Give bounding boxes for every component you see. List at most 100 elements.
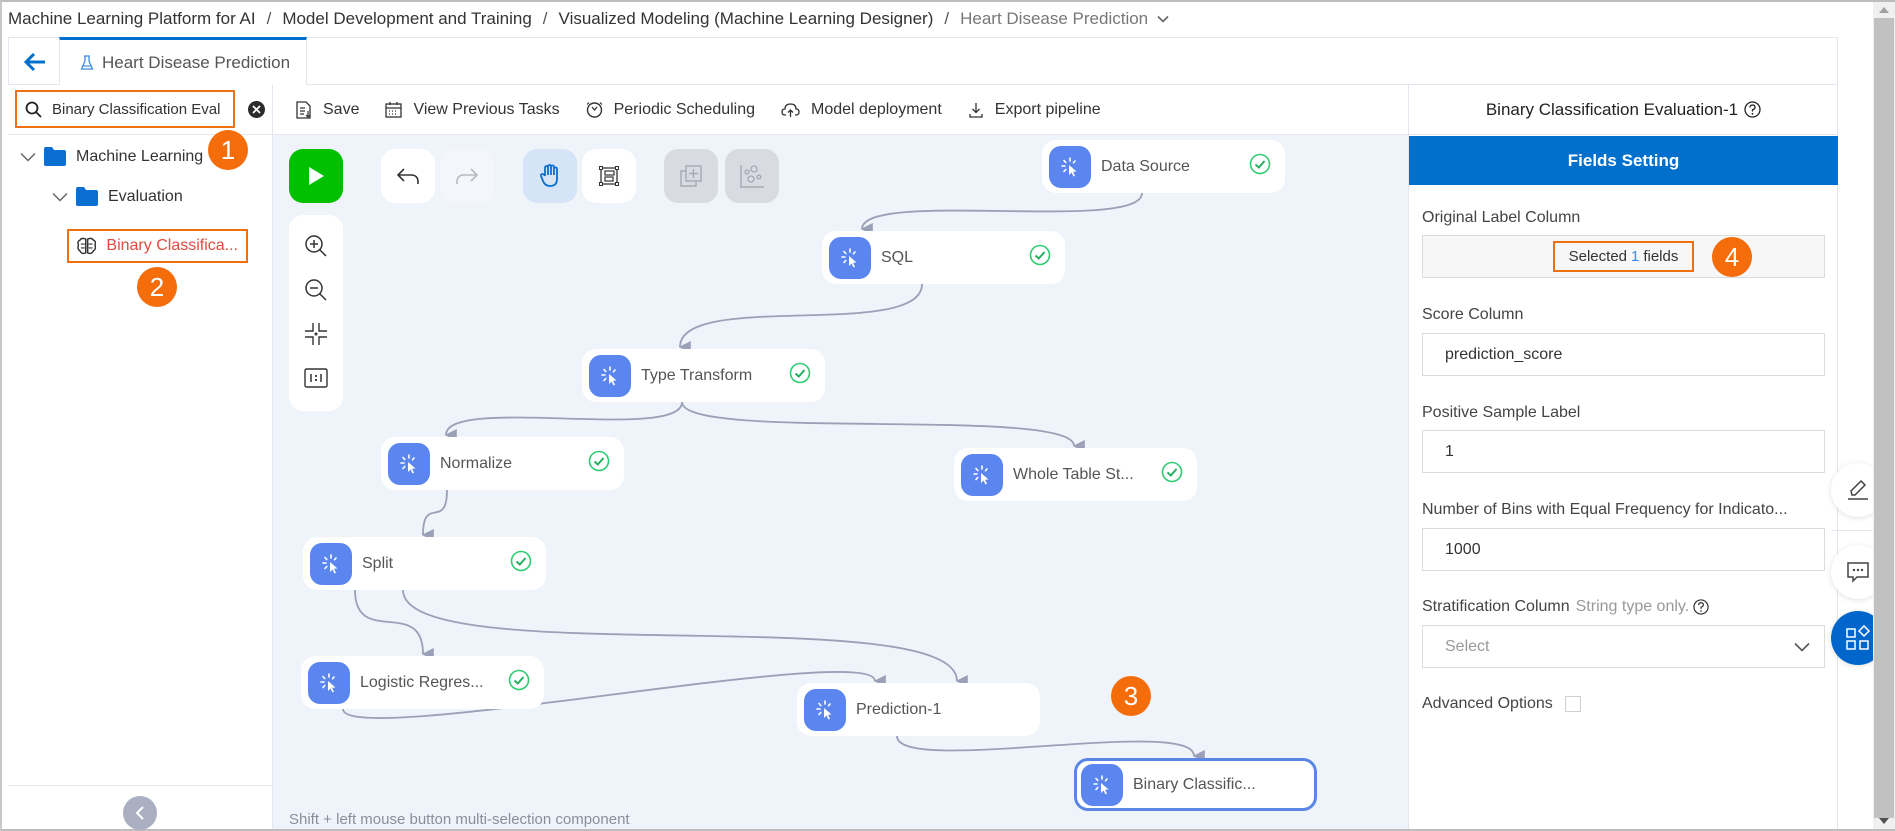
undo-button[interactable]	[381, 149, 435, 203]
chevron-down-icon[interactable]	[1156, 12, 1170, 26]
zoom-in-icon	[305, 235, 327, 257]
actual-size-button[interactable]	[299, 361, 333, 395]
zoom-out-button[interactable]	[299, 273, 333, 307]
box-select-button[interactable]	[582, 149, 636, 203]
positive-sample-label-field[interactable]	[1422, 430, 1825, 473]
sidebar-footer	[8, 785, 272, 830]
stratification-column-label-text: Stratification Column	[1422, 598, 1570, 615]
scroll-up-arrow[interactable]	[1873, 2, 1895, 18]
folder-icon	[44, 147, 66, 166]
pan-mode-button[interactable]	[523, 149, 577, 203]
breadcrumb-separator: /	[266, 9, 272, 28]
chevron-down-icon	[20, 152, 36, 162]
component-icon	[804, 688, 846, 731]
selected-suffix: fields	[1643, 248, 1679, 265]
original-label-column-field[interactable]: Selected 1 fields	[1422, 235, 1825, 278]
redo-icon	[456, 168, 479, 184]
back-button[interactable]	[19, 46, 51, 78]
tree-label: Binary Classifica...	[106, 237, 238, 254]
panel-title-text: Binary Classification Evaluation-1	[1485, 99, 1739, 119]
edge-type-transform-to-normalize[interactable]	[444, 401, 683, 442]
component-icon	[589, 354, 631, 397]
view-previous-tasks-button[interactable]: View Previous Tasks	[385, 101, 560, 119]
node-logistic[interactable]: Logistic Regres...	[301, 656, 544, 709]
node-normalize[interactable]: Normalize	[381, 437, 624, 490]
stratification-column-select[interactable]: Select	[1422, 625, 1825, 668]
advanced-options-label: Advanced Options	[1422, 695, 1553, 712]
chevron-down-icon	[1794, 642, 1810, 652]
node-label: SQL	[881, 248, 914, 266]
save-label: Save	[323, 100, 360, 118]
edge-data-source-to-sql[interactable]	[860, 192, 1143, 236]
collapse-sidebar-button[interactable]	[123, 796, 157, 830]
add-group-button[interactable]	[664, 149, 718, 203]
model-deployment-button[interactable]: Model deployment	[781, 101, 942, 119]
node-prediction[interactable]: Prediction-1	[797, 683, 1040, 736]
node-split[interactable]: Split	[303, 537, 546, 590]
breadcrumb-current[interactable]: Heart Disease Prediction	[960, 9, 1148, 29]
num-bins-label: Number of Bins with Equal Frequency for …	[1422, 501, 1788, 518]
calendar-icon	[385, 102, 403, 118]
node-sql[interactable]: SQL	[822, 231, 1065, 284]
one-to-one-icon	[304, 368, 328, 388]
node-label: Type Transform	[641, 366, 753, 384]
page-scrollbar[interactable]	[1873, 2, 1895, 829]
tab-heart-disease-prediction[interactable]: Heart Disease Prediction	[59, 37, 307, 85]
help-icon[interactable]	[1693, 599, 1709, 615]
search-box[interactable]	[15, 90, 235, 128]
edge-split-to-logistic[interactable]	[354, 589, 434, 660]
annotation-badge-1: 1	[208, 130, 248, 170]
tab-bar: Heart Disease Prediction	[8, 37, 1838, 85]
chevron-left-icon	[135, 806, 144, 820]
edge-type-transform-to-whole-table[interactable]	[681, 401, 1085, 452]
folder-icon	[76, 187, 98, 206]
tree-folder-evaluation[interactable]: Evaluation	[52, 187, 183, 206]
tab-fields-setting[interactable]: Fields Setting	[1409, 136, 1838, 185]
clear-search-button[interactable]	[248, 101, 265, 118]
breadcrumb-item[interactable]: Visualized Modeling (Machine Learning De…	[559, 9, 934, 29]
run-button[interactable]	[289, 149, 343, 203]
edge-sql-to-type-transform[interactable]	[678, 283, 923, 354]
search-input[interactable]	[52, 100, 227, 118]
selected-prefix: Selected	[1568, 248, 1627, 265]
periodic-scheduling-button[interactable]: Periodic Scheduling	[586, 101, 755, 119]
save-button[interactable]: Save	[296, 101, 359, 119]
node-type-transform[interactable]: Type Transform	[582, 349, 825, 402]
num-bins-field[interactable]	[1422, 528, 1825, 571]
tree-folder-machine-learning[interactable]: Machine Learning	[20, 147, 203, 166]
redo-button[interactable]	[440, 149, 494, 203]
hand-icon	[540, 164, 558, 187]
scatter-chart-button[interactable]	[725, 149, 779, 203]
edge-normalize-to-split[interactable]	[421, 489, 448, 542]
fit-view-button[interactable]	[299, 317, 333, 351]
help-icon[interactable]	[1744, 101, 1761, 118]
breadcrumb: Machine Learning Platform for AI / Model…	[8, 3, 1170, 35]
zoom-out-icon	[305, 279, 327, 301]
node-data-source[interactable]: Data Source	[1042, 140, 1285, 193]
export-pipeline-button[interactable]: Export pipeline	[968, 101, 1101, 119]
node-label: Split	[362, 554, 394, 572]
breadcrumb-item[interactable]: Machine Learning Platform for AI	[8, 9, 256, 29]
success-check-icon	[1029, 244, 1051, 271]
advanced-options-checkbox[interactable]	[1564, 695, 1581, 712]
annotation-badge-3: 3	[1111, 676, 1151, 716]
edge-prediction-to-binary[interactable]	[896, 735, 1205, 762]
positive-sample-label-input[interactable]	[1445, 442, 1824, 461]
success-check-icon	[1249, 153, 1271, 180]
score-column-input[interactable]	[1445, 345, 1824, 364]
scroll-thumb[interactable]	[1874, 18, 1894, 818]
breadcrumb-item[interactable]: Model Development and Training	[282, 9, 531, 29]
node-binary[interactable]: Binary Classific...	[1074, 758, 1317, 811]
scroll-down-arrow[interactable]	[1873, 813, 1895, 829]
node-whole-table[interactable]: Whole Table St...	[954, 448, 1197, 501]
tree-item-binary-classification[interactable]: Binary Classifica...	[67, 229, 248, 263]
pipeline-canvas[interactable]: Data Source SQL Type Transform Normalize Who…	[273, 135, 1408, 829]
success-check-icon	[588, 450, 610, 477]
breadcrumb-separator: /	[542, 9, 548, 28]
stratification-column-label: Stratification Column String type only.	[1422, 598, 1709, 616]
score-column-field[interactable]	[1422, 333, 1825, 376]
zoom-in-button[interactable]	[299, 229, 333, 263]
num-bins-input[interactable]	[1445, 540, 1824, 559]
selected-fields-chip[interactable]: Selected 1 fields	[1552, 241, 1695, 272]
node-label: Binary Classific...	[1133, 775, 1256, 793]
